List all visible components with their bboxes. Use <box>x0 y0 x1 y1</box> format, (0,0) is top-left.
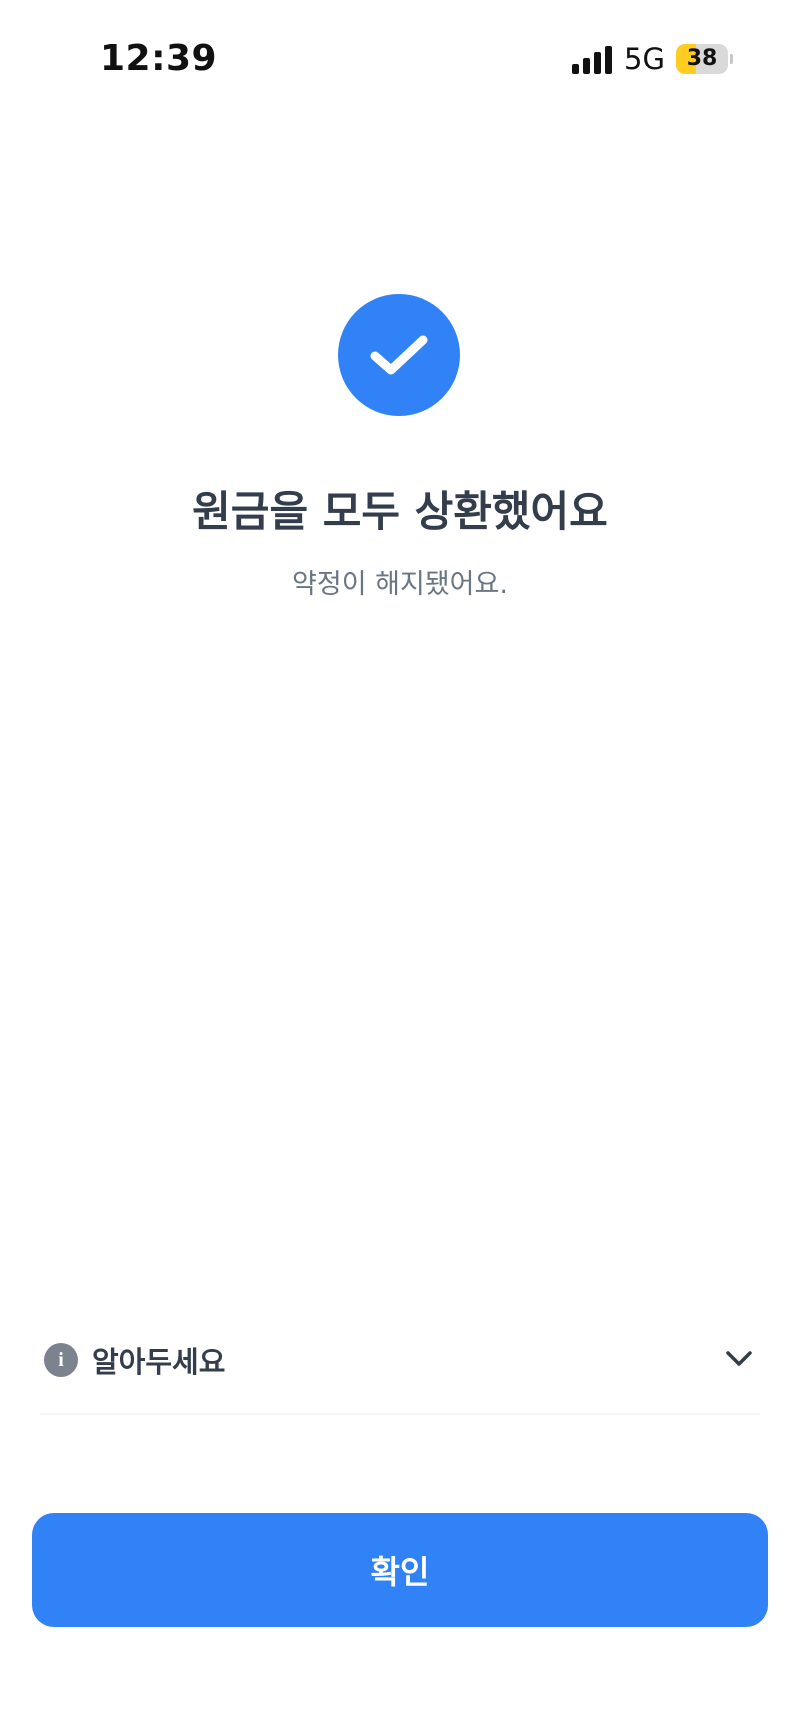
success-check-badge <box>338 294 460 416</box>
check-icon <box>370 335 428 375</box>
status-bar: 12:39 5G 38 <box>0 0 800 120</box>
signal-icon <box>572 46 612 74</box>
chevron-down-icon[interactable] <box>724 1348 754 1370</box>
divider <box>40 1413 760 1415</box>
battery-indicator: 38 <box>676 44 733 74</box>
confirm-button[interactable]: 확인 <box>32 1513 768 1627</box>
network-label: 5G <box>624 42 665 76</box>
status-time: 12:39 <box>100 38 218 79</box>
success-screen: 12:39 5G 38 원금을 모두 상환했어요 약정이 해지됐어요. i 알아… <box>0 0 800 1734</box>
notice-label: 알아두세요 <box>92 1345 226 1379</box>
notice-accordion[interactable]: i 알아두세요 <box>40 1320 760 1400</box>
battery-cap <box>730 54 733 64</box>
page-subtitle: 약정이 해지됐어요. <box>292 569 508 600</box>
info-icon: i <box>44 1343 78 1377</box>
battery-level: 38 <box>686 46 718 71</box>
page-title: 원금을 모두 상환했어요 <box>192 487 608 536</box>
